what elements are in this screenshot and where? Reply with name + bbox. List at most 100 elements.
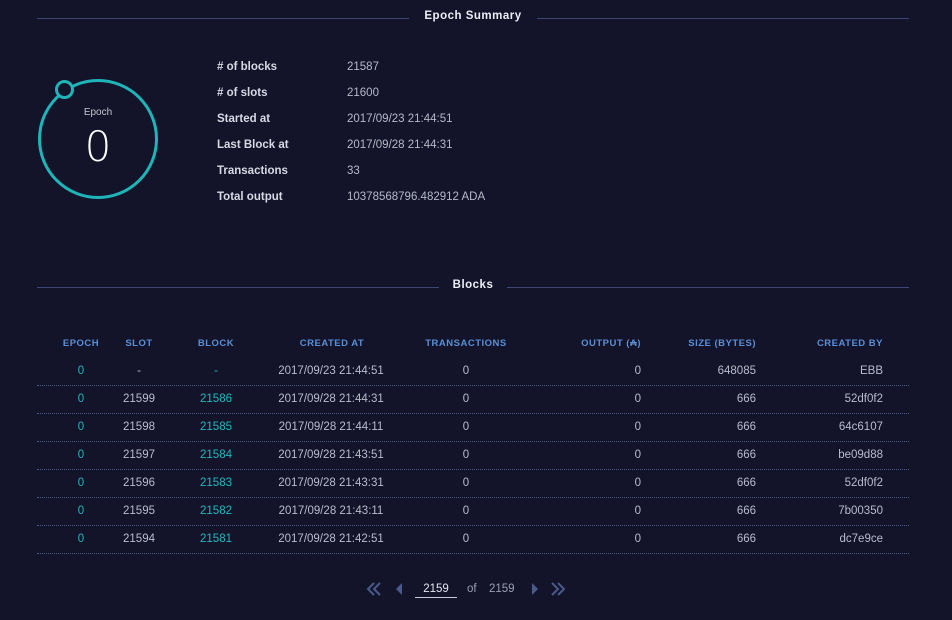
cell-created-by: 64c6107 bbox=[838, 421, 883, 433]
cell-slot: 21595 bbox=[123, 505, 155, 517]
cell-created-by: 52df0f2 bbox=[844, 477, 883, 489]
table-row[interactable]: 0 21598 21585 2017/09/28 21:44:11 0 0 66… bbox=[37, 414, 909, 442]
double-chevron-right-icon[interactable] bbox=[550, 580, 566, 598]
table-row[interactable]: 0 21595 21582 2017/09/28 21:43:11 0 0 66… bbox=[37, 498, 909, 526]
summary-value: 21587 bbox=[347, 61, 379, 73]
table-row[interactable]: 0 21594 21581 2017/09/28 21:42:51 0 0 66… bbox=[37, 526, 909, 554]
cell-size: 666 bbox=[736, 449, 756, 461]
blocks-table-header: EPOCH SLOT BLOCK CREATED AT TRANSACTIONS… bbox=[0, 338, 952, 352]
summary-key: Total output bbox=[217, 191, 283, 203]
blocks-table-body: 0 - - 2017/09/23 21:44:51 0 0 648085 EBB… bbox=[37, 358, 909, 554]
summary-value: 10378568796.482912 ADA bbox=[347, 191, 486, 203]
of-label: of bbox=[467, 583, 477, 595]
cell-size: 666 bbox=[736, 505, 756, 517]
table-row[interactable]: 0 21596 21583 2017/09/28 21:43:31 0 0 66… bbox=[37, 470, 909, 498]
page-input[interactable] bbox=[415, 581, 457, 598]
col-created-by[interactable]: CREATED BY bbox=[817, 338, 883, 349]
col-output[interactable]: OUTPUT (₳) bbox=[581, 338, 641, 349]
table-row[interactable]: 0 - - 2017/09/23 21:44:51 0 0 648085 EBB bbox=[37, 358, 909, 386]
cell-block[interactable]: 21586 bbox=[200, 393, 232, 405]
pagination: of 2159 bbox=[0, 578, 952, 600]
cell-transactions: 0 bbox=[462, 421, 470, 433]
epoch-number: 0 bbox=[84, 122, 112, 171]
summary-key: # of slots bbox=[217, 87, 268, 99]
cell-transactions: 0 bbox=[462, 365, 470, 377]
cell-size: 648085 bbox=[717, 365, 756, 377]
summary-value: 2017/09/28 21:44:31 bbox=[347, 139, 453, 151]
cell-transactions: 0 bbox=[462, 449, 470, 461]
cell-epoch[interactable]: 0 bbox=[78, 505, 84, 517]
table-row[interactable]: 0 21597 21584 2017/09/28 21:43:51 0 0 66… bbox=[37, 442, 909, 470]
col-transactions[interactable]: TRANSACTIONS bbox=[425, 338, 506, 349]
col-epoch[interactable]: EPOCH bbox=[63, 338, 99, 349]
cell-block[interactable]: 21584 bbox=[200, 449, 232, 461]
cell-slot: 21597 bbox=[123, 449, 155, 461]
cell-slot: - bbox=[137, 365, 141, 377]
table-row[interactable]: 0 21599 21586 2017/09/28 21:44:31 0 0 66… bbox=[37, 386, 909, 414]
chevron-right-icon[interactable] bbox=[530, 580, 540, 598]
cell-epoch[interactable]: 0 bbox=[78, 477, 84, 489]
summary-value: 21600 bbox=[347, 87, 379, 99]
summary-key: Transactions bbox=[217, 165, 288, 177]
cell-created-at: 2017/09/28 21:43:31 bbox=[278, 477, 384, 489]
epoch-summary-header: Epoch Summary bbox=[37, 9, 909, 29]
summary-value: 33 bbox=[347, 165, 360, 177]
double-chevron-left-icon[interactable] bbox=[366, 580, 382, 598]
col-size[interactable]: SIZE (BYTES) bbox=[688, 338, 756, 349]
cell-block[interactable]: - bbox=[214, 365, 218, 377]
summary-key: # of blocks bbox=[217, 61, 278, 73]
cell-created-at: 2017/09/28 21:43:11 bbox=[278, 505, 384, 517]
cell-slot: 21596 bbox=[123, 477, 155, 489]
cell-output: 0 bbox=[634, 533, 641, 545]
cell-block[interactable]: 21582 bbox=[200, 505, 232, 517]
chevron-left-icon[interactable] bbox=[394, 580, 404, 598]
epoch-summary-title: Epoch Summary bbox=[424, 10, 522, 22]
ring-knob-icon bbox=[55, 80, 74, 99]
cell-created-by: be09d88 bbox=[838, 449, 883, 461]
cell-created-by: 52df0f2 bbox=[844, 393, 883, 405]
cell-slot: 21598 bbox=[123, 421, 155, 433]
cell-transactions: 0 bbox=[462, 533, 470, 545]
cell-size: 666 bbox=[736, 421, 756, 433]
summary-key: Last Block at bbox=[217, 139, 289, 151]
col-slot[interactable]: SLOT bbox=[125, 338, 152, 349]
cell-epoch[interactable]: 0 bbox=[78, 449, 84, 461]
cell-block[interactable]: 21581 bbox=[200, 533, 232, 545]
cell-created-at: 2017/09/23 21:44:51 bbox=[278, 365, 384, 377]
cell-size: 666 bbox=[736, 477, 756, 489]
cell-created-by: dc7e9ce bbox=[839, 533, 883, 545]
cell-block[interactable]: 21583 bbox=[200, 477, 232, 489]
cell-block[interactable]: 21585 bbox=[200, 421, 232, 433]
blocks-title: Blocks bbox=[452, 279, 494, 291]
cell-size: 666 bbox=[736, 533, 756, 545]
cell-epoch[interactable]: 0 bbox=[78, 421, 84, 433]
cell-created-at: 2017/09/28 21:44:11 bbox=[278, 421, 384, 433]
col-created-at[interactable]: CREATED AT bbox=[300, 338, 364, 349]
cell-transactions: 0 bbox=[462, 505, 470, 517]
cell-output: 0 bbox=[634, 505, 641, 517]
cell-slot: 21594 bbox=[123, 533, 155, 545]
cell-epoch[interactable]: 0 bbox=[78, 365, 84, 377]
summary-value: 2017/09/23 21:44:51 bbox=[347, 113, 453, 125]
cell-epoch[interactable]: 0 bbox=[78, 533, 84, 545]
total-pages: 2159 bbox=[489, 583, 515, 595]
cell-transactions: 0 bbox=[462, 477, 470, 489]
cell-created-at: 2017/09/28 21:42:51 bbox=[278, 533, 384, 545]
cell-created-at: 2017/09/28 21:44:31 bbox=[278, 393, 384, 405]
summary-key: Started at bbox=[217, 113, 271, 125]
cell-created-by: 7b00350 bbox=[838, 505, 883, 517]
cell-output: 0 bbox=[634, 449, 641, 461]
cell-created-by: EBB bbox=[859, 365, 883, 377]
cell-output: 0 bbox=[634, 365, 641, 377]
cell-slot: 21599 bbox=[123, 393, 155, 405]
cell-output: 0 bbox=[634, 477, 641, 489]
cell-output: 0 bbox=[634, 393, 641, 405]
blocks-header: Blocks bbox=[37, 278, 909, 298]
cell-size: 666 bbox=[736, 393, 756, 405]
cell-epoch[interactable]: 0 bbox=[78, 393, 84, 405]
cell-transactions: 0 bbox=[462, 393, 470, 405]
cell-output: 0 bbox=[634, 421, 641, 433]
epoch-label: Epoch bbox=[83, 107, 113, 118]
col-block[interactable]: BLOCK bbox=[198, 338, 234, 349]
cell-created-at: 2017/09/28 21:43:51 bbox=[278, 449, 384, 461]
